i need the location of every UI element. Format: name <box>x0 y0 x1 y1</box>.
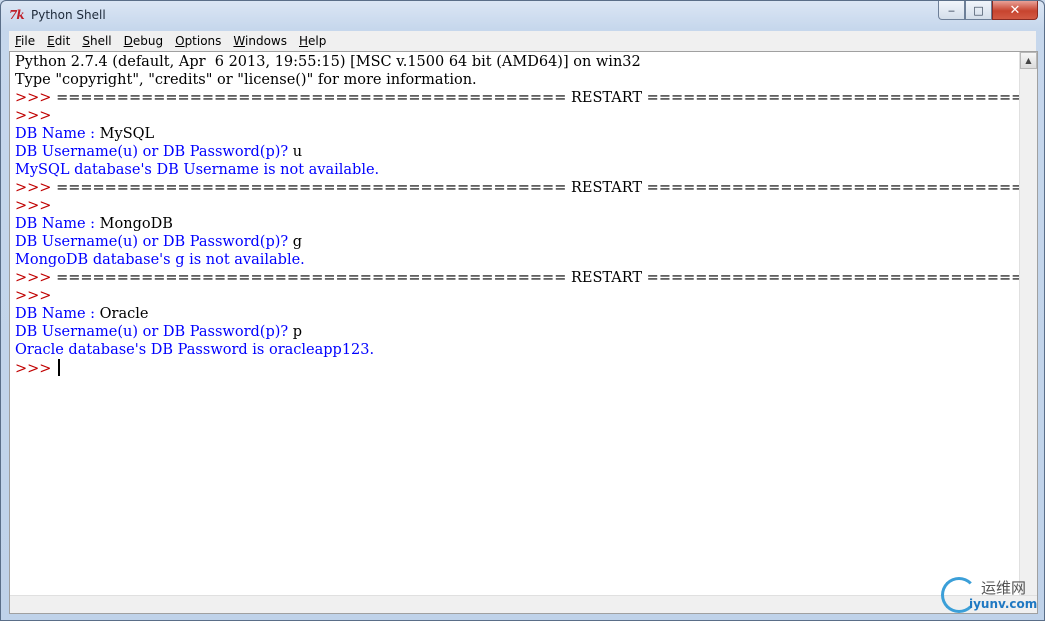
restart-banner: ========================================… <box>56 90 1020 106</box>
input-prompt: DB Name : <box>15 306 100 322</box>
close-icon: ✕ <box>1009 2 1021 18</box>
maximize-button[interactable]: □ <box>965 1 992 20</box>
restart-banner: ========================================… <box>56 270 1020 286</box>
input-prompt: DB Name : <box>15 126 100 142</box>
shell-line: MySQL database's DB Username is not avai… <box>15 161 1020 179</box>
output-text: Type "copyright", "credits" or "license(… <box>15 72 477 88</box>
close-button[interactable]: ✕ <box>992 1 1038 20</box>
prompt-marker: >>> <box>15 108 57 124</box>
menu-file[interactable]: File <box>9 31 41 51</box>
input-value: g <box>292 234 303 250</box>
program-output: MySQL database's DB Username is not avai… <box>15 162 380 178</box>
maximize-icon: □ <box>973 3 984 17</box>
menu-help[interactable]: Help <box>293 31 332 51</box>
shell-line: >>> <box>15 107 1020 125</box>
python-shell-window: 7k Python Shell ‒ □ ✕ File Edit Shell Debug… <box>0 0 1045 621</box>
shell-pane: Python 2.7.4 (default, Apr 6 2013, 19:55… <box>9 51 1038 614</box>
shell-line: DB Name : MySQL <box>15 125 1020 143</box>
menu-debug[interactable]: Debug <box>118 31 169 51</box>
input-value: MongoDB <box>99 216 173 232</box>
shell-line: DB Name : MongoDB <box>15 215 1020 233</box>
window-title: Python Shell <box>31 8 106 22</box>
program-output: Oracle database's DB Password is oraclea… <box>15 342 375 358</box>
watermark-subtext: iyunv.com <box>969 597 1038 611</box>
shell-line: Type "copyright", "credits" or "license(… <box>15 71 1020 89</box>
input-prompt: DB Username(u) or DB Password(p)? <box>15 234 293 250</box>
prompt-marker: >>> <box>15 288 57 304</box>
minimize-button[interactable]: ‒ <box>938 1 965 20</box>
prompt-marker: >>> <box>15 361 57 377</box>
shell-line: >>> ====================================… <box>15 269 1020 287</box>
title-bar[interactable]: 7k Python Shell ‒ □ ✕ <box>1 1 1044 31</box>
horizontal-scrollbar[interactable] <box>10 595 1037 613</box>
tk-feather-icon: 7k <box>9 8 25 22</box>
shell-line: >>> ====================================… <box>15 89 1020 107</box>
shell-line: DB Username(u) or DB Password(p)? p <box>15 323 1020 341</box>
input-prompt: DB Name : <box>15 216 100 232</box>
prompt-marker: >>> <box>15 198 57 214</box>
menu-options[interactable]: Options <box>169 31 227 51</box>
input-value: p <box>292 324 303 340</box>
output-text: Python 2.7.4 (default, Apr 6 2013, 19:55… <box>15 54 641 70</box>
vertical-scrollbar[interactable]: ▲ <box>1019 52 1037 597</box>
shell-line: MongoDB database's g is not available. <box>15 251 1020 269</box>
menu-windows[interactable]: Windows <box>227 31 293 51</box>
shell-line: Oracle database's DB Password is oraclea… <box>15 341 1020 359</box>
input-prompt: DB Username(u) or DB Password(p)? <box>15 324 293 340</box>
shell-line: DB Username(u) or DB Password(p)? g <box>15 233 1020 251</box>
text-cursor <box>58 359 61 376</box>
shell-line: >>> <box>15 197 1020 215</box>
shell-text-area[interactable]: Python 2.7.4 (default, Apr 6 2013, 19:55… <box>15 53 1020 593</box>
shell-line: DB Name : Oracle <box>15 305 1020 323</box>
shell-line: DB Username(u) or DB Password(p)? u <box>15 143 1020 161</box>
watermark-logo: 运维网 iyunv.com <box>941 573 1041 617</box>
restart-banner: ========================================… <box>56 180 1020 196</box>
program-output: MongoDB database's g is not available. <box>15 252 305 268</box>
shell-line: >>> <box>15 287 1020 305</box>
menu-bar: File Edit Shell Debug Options Windows Help <box>9 31 1036 51</box>
shell-line: Python 2.7.4 (default, Apr 6 2013, 19:55… <box>15 53 1020 71</box>
menu-edit[interactable]: Edit <box>41 31 76 51</box>
scroll-up-arrow-icon[interactable]: ▲ <box>1020 52 1037 69</box>
input-value: Oracle <box>99 306 149 322</box>
watermark-text: 运维网 <box>981 579 1027 597</box>
prompt-marker: >>> <box>15 90 57 106</box>
shell-line: >>> ====================================… <box>15 179 1020 197</box>
input-value: u <box>292 144 303 160</box>
prompt-marker: >>> <box>15 270 57 286</box>
minimize-icon: ‒ <box>948 3 955 17</box>
shell-line: >>> <box>15 359 1020 377</box>
input-prompt: DB Username(u) or DB Password(p)? <box>15 144 293 160</box>
prompt-marker: >>> <box>15 180 57 196</box>
menu-shell[interactable]: Shell <box>76 31 117 51</box>
window-controls: ‒ □ ✕ <box>938 1 1038 21</box>
input-value: MySQL <box>99 126 155 142</box>
